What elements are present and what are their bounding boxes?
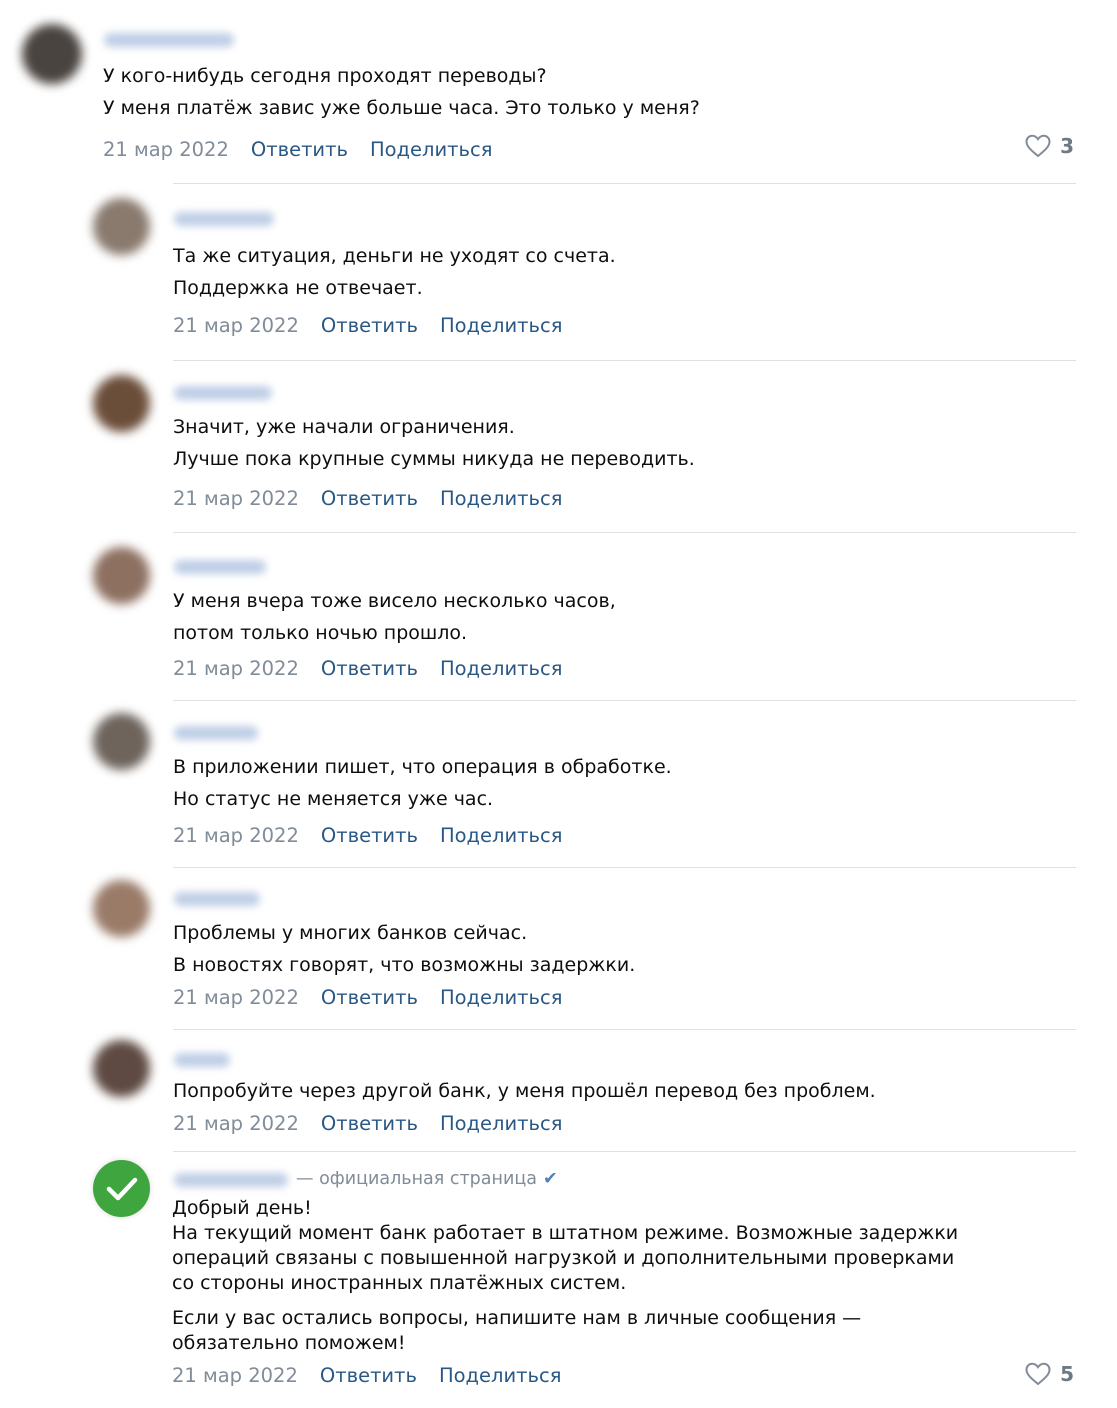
avatar[interactable] [93,375,150,432]
comment-meta: 21 мар 2022 Ответить Поделиться [173,823,584,849]
avatar[interactable] [93,880,150,937]
author-name[interactable] [174,1053,230,1067]
checkmark-icon [106,1177,138,1201]
share-button[interactable]: Поделиться [440,487,563,510]
like-button[interactable]: 5 [1025,1362,1074,1386]
author-name[interactable] [174,560,266,574]
author-name[interactable] [174,212,274,226]
avatar[interactable] [93,547,150,604]
author-name[interactable] [174,892,260,906]
verified-check-icon: ✔ [542,1169,558,1189]
comment-meta: 21 мар 2022 Ответить Поделиться [173,313,584,339]
comment-date: 21 мар 2022 [172,1364,298,1387]
comment-text: У меня вчера тоже висело несколько часов… [173,590,616,644]
comment-meta: 21 мар 2022 Ответить Поделиться [173,1111,584,1137]
avatar-official[interactable] [93,1160,150,1217]
avatar[interactable] [93,198,150,255]
like-button[interactable]: 3 [1025,134,1074,158]
comment: У меня вчера тоже висело несколько часов… [0,533,1117,701]
comment-date: 21 мар 2022 [173,314,299,337]
share-button[interactable]: Поделиться [440,314,563,337]
comment: Попробуйте через другой банк, у меня про… [0,1030,1117,1152]
avatar[interactable] [93,1040,150,1097]
share-button[interactable]: Поделиться [440,657,563,680]
official-comment: — официальная страница ✔ Добрый день! На … [0,1152,1117,1408]
avatar[interactable] [93,713,150,770]
comment-meta: 21 мар 2022 Ответить Поделиться [173,656,584,682]
comment-date: 21 мар 2022 [173,824,299,847]
comment-date: 21 мар 2022 [173,487,299,510]
like-count: 3 [1060,134,1074,158]
reply-button[interactable]: Ответить [321,657,418,680]
comment: Проблемы у многих банков сейчас. В новос… [0,868,1117,1030]
official-paragraph-1: На текущий момент банк работает в штатно… [172,1222,959,1294]
share-button[interactable]: Поделиться [440,1112,563,1135]
comment-text: У кого-нибудь сегодня проходят переводы?… [103,65,700,119]
share-button[interactable]: Поделиться [439,1364,562,1387]
reply-button[interactable]: Ответить [321,1112,418,1135]
comment-text: Попробуйте через другой банк, у меня про… [173,1080,876,1102]
comment-meta: 21 мар 2022 Ответить Поделиться [173,486,584,512]
comment: В приложении пишет, что операция в обраб… [0,701,1117,868]
comment: Значит, уже начали ограничения. Лучше по… [0,361,1117,533]
reply-button[interactable]: Ответить [320,1364,417,1387]
comment-date: 21 мар 2022 [173,1112,299,1135]
official-greeting: Добрый день! [172,1197,312,1219]
avatar[interactable] [22,24,82,84]
author-name[interactable] [174,386,272,400]
share-button[interactable]: Поделиться [440,824,563,847]
comment-text: Значит, уже начали ограничения. Лучше по… [173,416,695,470]
author-name[interactable] [104,33,234,47]
like-count: 5 [1060,1362,1074,1386]
official-paragraph-2: Если у вас остались вопросы, напишите на… [172,1307,862,1354]
comment-date: 21 мар 2022 [103,138,229,161]
comment-meta: 21 мар 2022 Ответить Поделиться [103,137,514,163]
heart-icon [1025,134,1051,158]
comment: У кого-нибудь сегодня проходят переводы?… [0,0,1117,184]
reply-button[interactable]: Ответить [251,138,348,161]
comment-date: 21 мар 2022 [173,986,299,1009]
reply-button[interactable]: Ответить [321,314,418,337]
comment-text: Та же ситуация, деньги не уходят со счет… [173,245,616,299]
heart-icon [1025,1362,1051,1386]
official-page-label: — официальная страница ✔ [296,1169,558,1189]
comment-text: В приложении пишет, что операция в обраб… [173,756,672,810]
comment: Та же ситуация, деньги не уходят со счет… [0,184,1117,360]
comment-meta: 21 мар 2022 Ответить Поделиться [173,985,584,1011]
reply-button[interactable]: Ответить [321,986,418,1009]
comment-text: Проблемы у многих банков сейчас. В новос… [173,922,636,976]
share-button[interactable]: Поделиться [440,986,563,1009]
share-button[interactable]: Поделиться [370,138,493,161]
reply-button[interactable]: Ответить [321,824,418,847]
comment-meta: 21 мар 2022 Ответить Поделиться [172,1363,583,1389]
comment-date: 21 мар 2022 [173,657,299,680]
author-name[interactable] [174,726,258,740]
reply-button[interactable]: Ответить [321,487,418,510]
author-name[interactable] [174,1173,288,1187]
